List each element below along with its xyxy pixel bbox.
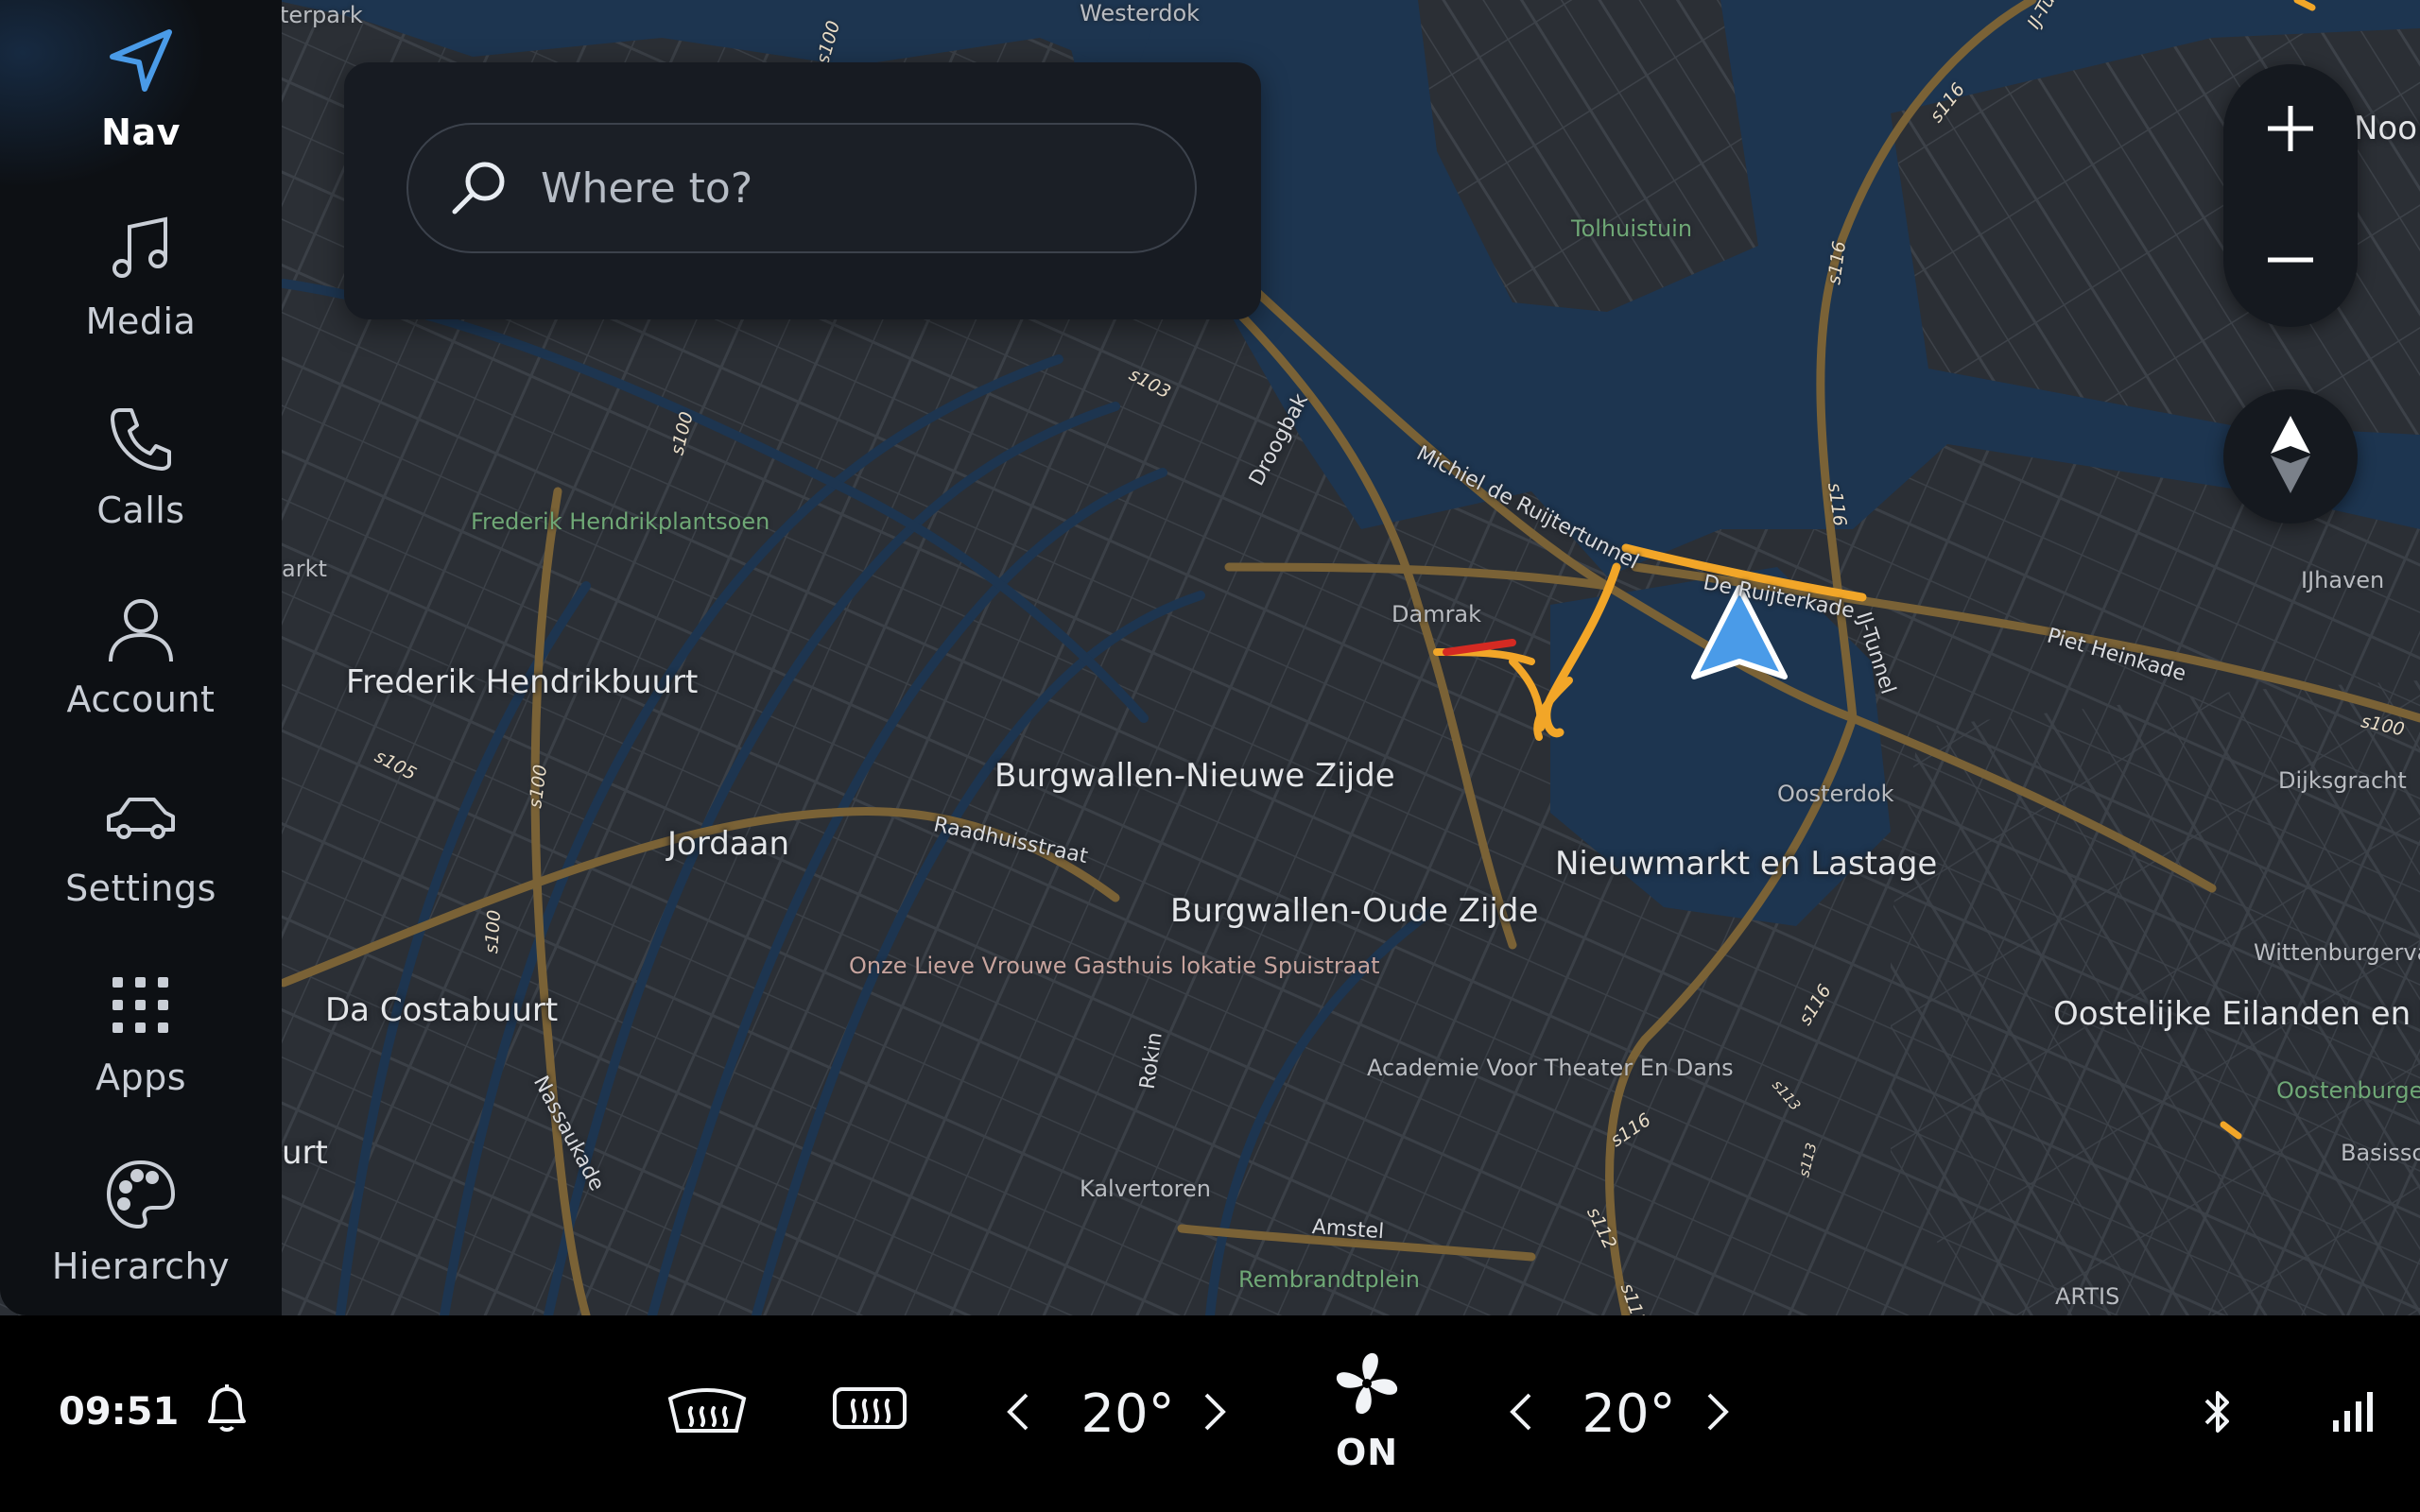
bluetooth-status[interactable]: [2193, 1385, 2242, 1442]
chevron-right-icon: [1202, 1391, 1227, 1436]
zoom-out-icon: [2264, 233, 2317, 290]
map-district-label: Frederik Hendrikbuurt: [346, 663, 699, 701]
rail-item-calls[interactable]: Calls: [0, 378, 282, 558]
map-poi-label: Damrak: [1392, 601, 1482, 627]
left-temp-down-button[interactable]: [996, 1387, 1040, 1440]
map-district-label: Nieuwmarkt en Lastage: [1555, 845, 1938, 883]
rail-item-label: Hierarchy: [51, 1246, 231, 1287]
navigation-arrow-icon: [103, 23, 179, 98]
app-rail: Nav Media Calls Account Settings Apps Hi…: [0, 0, 282, 1315]
rail-item-hierarchy[interactable]: Hierarchy: [0, 1134, 282, 1314]
search-placeholder: Where to?: [541, 163, 753, 213]
zoom-control: [2223, 64, 2358, 327]
front-defrost-button[interactable]: [662, 1378, 752, 1446]
compass-icon: [2267, 412, 2314, 501]
chevron-left-icon: [1006, 1391, 1030, 1436]
right-temp-down-button[interactable]: [1499, 1387, 1543, 1440]
zoom-out-button[interactable]: [2223, 196, 2358, 327]
search-input[interactable]: Where to?: [406, 123, 1197, 253]
fan-icon: [1333, 1349, 1401, 1421]
music-note-icon: [103, 212, 179, 287]
map-park-label: Frederik Hendrikplantsoen: [471, 508, 770, 535]
rail-item-label: Media: [85, 301, 197, 342]
left-temperature: 20°: [1080, 1383, 1175, 1445]
rail-item-label: Calls: [96, 490, 185, 531]
rail-item-nav[interactable]: Nav: [0, 0, 282, 180]
signal-bars-icon: [2331, 1390, 2373, 1437]
map-district-label: Burgwallen-Nieuwe Zijde: [994, 757, 1395, 795]
search-panel: Where to?: [344, 62, 1261, 319]
map-street-label: Amstel: [1311, 1215, 1385, 1245]
rail-item-media[interactable]: Media: [0, 189, 282, 369]
rear-defrost-icon: [827, 1382, 912, 1442]
map-district-label: Burgwallen-Oude Zijde: [1170, 892, 1539, 930]
rear-defrost-button[interactable]: [824, 1378, 915, 1446]
front-defrost-icon: [665, 1382, 750, 1442]
map-edge-label: arkt: [282, 556, 327, 582]
map-poi-label: Wittenburgervaart: [2254, 939, 2420, 966]
bell-icon: [202, 1382, 251, 1438]
map-edge-label: urt: [282, 1134, 328, 1172]
left-temp-up-button[interactable]: [1193, 1387, 1236, 1440]
map-poi-label: Basissch: [2341, 1140, 2420, 1166]
map-poi-label: Onze Lieve Vrouwe Gasthuis lokatie Spuis…: [849, 953, 1380, 979]
chevron-right-icon: [1705, 1391, 1730, 1436]
zoom-in-button[interactable]: [2223, 64, 2358, 196]
map-poi-label: Westerdok: [1080, 0, 1201, 26]
notifications-button[interactable]: [199, 1382, 255, 1438]
clock: 09:51: [59, 1390, 180, 1434]
grid-icon: [103, 968, 179, 1043]
map-poi-label: Oosterdok: [1777, 781, 1894, 807]
map-park-label: Rembrandtplein: [1238, 1266, 1420, 1293]
map-poi-label: Dijksgracht: [2278, 767, 2407, 794]
palette-icon: [103, 1157, 179, 1232]
phone-icon: [103, 401, 179, 476]
car-icon: [103, 779, 179, 854]
map-district-label: Da Costabuurt: [325, 991, 559, 1029]
map-district-label: Oostelijke Eilanden en Kadij: [2053, 995, 2420, 1033]
system-bar: 09:51 20° ON 20°: [0, 1315, 2420, 1512]
map-road-number: s100: [481, 909, 506, 954]
map-edge-label: Noord: [2354, 110, 2420, 147]
right-temperature: 20°: [1582, 1383, 1676, 1445]
map-poi-label: Kalvertoren: [1080, 1176, 1211, 1202]
map-park-label: Oostenburgerp: [2276, 1077, 2420, 1104]
rail-item-label: Nav: [101, 112, 181, 153]
map-park-label: Tolhuistuin: [1571, 215, 1693, 242]
compass-button[interactable]: [2223, 389, 2358, 524]
bluetooth-icon: [2201, 1387, 2235, 1440]
map-poi-label: IJhaven: [2301, 567, 2385, 593]
rail-item-settings[interactable]: Settings: [0, 756, 282, 936]
right-temp-up-button[interactable]: [1696, 1387, 1739, 1440]
zoom-in-icon: [2264, 102, 2317, 159]
rail-item-account[interactable]: Account: [0, 567, 282, 747]
fan-button[interactable]: [1329, 1348, 1405, 1423]
fan-status: ON: [1335, 1432, 1399, 1473]
rail-item-label: Account: [66, 679, 216, 720]
map-poi-label: ARTIS: [2055, 1283, 2120, 1310]
chevron-left-icon: [1509, 1391, 1533, 1436]
rail-item-apps[interactable]: Apps: [0, 945, 282, 1125]
search-icon: [441, 150, 516, 226]
signal-status: [2325, 1385, 2378, 1442]
person-icon: [103, 590, 179, 665]
map-district-label: Jordaan: [667, 825, 790, 863]
rail-item-label: Settings: [65, 868, 216, 909]
map-poi-label: Academie Voor Theater En Dans: [1367, 1055, 1734, 1081]
rail-item-label: Apps: [95, 1057, 187, 1098]
map-edge-label: terpark: [280, 2, 363, 28]
